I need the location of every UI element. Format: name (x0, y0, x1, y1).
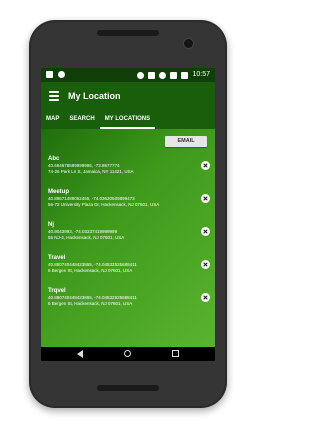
location-name: Meetup (48, 189, 69, 195)
location-address: 55 NJ-4, Hackensack, NJ 07601, USA (48, 235, 125, 240)
location-name: Trqvel (48, 288, 66, 294)
status-left-icons (46, 71, 65, 78)
location-address: 6 Bergen St, Hackensack, NJ 07601, USA (48, 268, 133, 273)
locations-panel: EMAIL Abc 40.694678599999996, -73.867777… (41, 129, 215, 347)
location-address: 6 Bergen St, Hackensack, NJ 07601, USA (48, 301, 133, 306)
remove-location-icon[interactable] (201, 260, 210, 269)
app-screen: 10:57 My Location MAP SEARCH MY LOCATION… (41, 68, 215, 361)
notification-icon (58, 71, 65, 78)
location-item[interactable]: Abc 40.694678599999996, -73.8677774 74-2… (48, 155, 210, 186)
top-speaker (97, 30, 159, 36)
location-item[interactable]: Trqvel 40.880740448423865, -74.045325256… (48, 287, 210, 318)
app-title: My Location (68, 91, 121, 101)
tab-search[interactable]: SEARCH (64, 112, 99, 129)
wifi-icon (159, 71, 167, 79)
tab-bar: MAP SEARCH MY LOCATIONS (41, 112, 215, 129)
location-name: Nj (48, 222, 54, 228)
remove-location-icon[interactable] (201, 227, 210, 236)
status-bar: 10:57 (41, 68, 215, 82)
battery-icon (181, 71, 189, 79)
email-button[interactable]: EMAIL (165, 136, 207, 147)
app-bar: My Location (41, 82, 215, 112)
tab-map[interactable]: MAP (41, 112, 64, 129)
remove-location-icon[interactable] (201, 293, 210, 302)
tab-my-locations[interactable]: MY LOCATIONS (99, 112, 156, 129)
status-right-icons: 10:57 (137, 71, 210, 79)
location-name: Travel (48, 255, 66, 261)
vibrate-icon (148, 71, 156, 79)
screenshot-icon (46, 71, 53, 78)
location-address: 74-26 Park Ln S, Jamaica, NY 11421, USA (48, 169, 134, 174)
location-list: Abc 40.694678599999996, -73.8677774 74-2… (48, 155, 210, 320)
location-icon (137, 71, 145, 79)
location-name: Abc (48, 156, 60, 162)
system-nav-bar (41, 347, 215, 361)
location-item[interactable]: Meetup 40.89571489062455, -74.0362050989… (48, 188, 210, 219)
signal-icon (170, 71, 178, 79)
remove-location-icon[interactable] (201, 194, 210, 203)
location-address: 56-72 University Plaza Dr, Hackensack, N… (48, 202, 160, 207)
recent-apps-icon[interactable] (172, 350, 179, 357)
location-item[interactable]: Travel 40.880740448423865, -74.045325256… (48, 254, 210, 285)
home-icon[interactable] (124, 350, 131, 357)
remove-location-icon[interactable] (201, 161, 210, 170)
location-item[interactable]: Nj 40.9043993, -74.03237419999999 55 NJ-… (48, 221, 210, 252)
bottom-speaker (97, 385, 159, 391)
front-camera (183, 38, 194, 49)
back-icon[interactable] (77, 350, 83, 358)
status-time: 10:57 (192, 71, 210, 78)
hamburger-menu-icon[interactable] (49, 91, 59, 101)
